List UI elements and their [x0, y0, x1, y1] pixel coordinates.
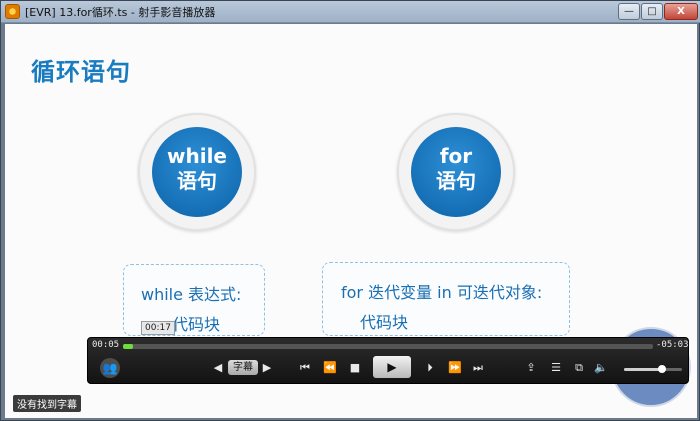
skip-back-icon[interactable]: ⏮: [296, 361, 314, 375]
control-bar: 00:05 -05:03 👥 ◀ 字幕 ▶ ⏮ ⏪ ■ ▶ ⏵ ⏩ ⏭ ⇪ ☰ …: [87, 337, 689, 384]
subtitle-next-icon[interactable]: ▶: [262, 361, 272, 375]
for-circle-line2: 语句: [436, 169, 476, 193]
seek-tooltip-time: 00:17: [141, 321, 175, 335]
stop-icon[interactable]: ■: [348, 361, 362, 375]
for-syntax-box: for 迭代变量 in 可迭代对象: 代码块: [322, 262, 570, 336]
subtitle-prev-icon[interactable]: ◀: [213, 361, 223, 375]
app-icon: [5, 4, 20, 19]
play-button[interactable]: ▶: [373, 356, 411, 378]
seek-progress: [123, 344, 133, 349]
for-syntax-line1: for 迭代变量 in 可迭代对象:: [341, 283, 543, 302]
for-circle-inner: for 语句: [411, 127, 501, 217]
subtitle-button[interactable]: 字幕: [228, 360, 258, 375]
for-circle: for 语句: [397, 113, 515, 231]
playlist-icon[interactable]: ☰: [548, 361, 564, 375]
player-window: [EVR] 13.for循环.ts - 射手影音播放器 — □ X 循环语句 w…: [0, 0, 700, 421]
for-circle-line1: for: [439, 144, 473, 168]
volume-icon[interactable]: 🔈: [593, 361, 609, 375]
while-circle-inner: while 语句: [152, 127, 242, 217]
seek-bar[interactable]: [123, 344, 653, 349]
for-syntax-line2: 代码块: [360, 313, 409, 332]
while-circle-line2: 语句: [177, 169, 217, 193]
title-bar[interactable]: [EVR] 13.for循环.ts - 射手影音播放器 — □ X: [1, 1, 700, 23]
no-subtitle-message: 没有找到字幕: [13, 395, 81, 412]
maximize-button[interactable]: □: [641, 3, 663, 20]
rewind-icon[interactable]: ⏪: [321, 361, 339, 375]
fast-forward-icon[interactable]: ⏩: [446, 361, 464, 375]
while-syntax-line2: 代码块: [172, 315, 221, 334]
screen-mode-icon[interactable]: ⧉: [571, 361, 587, 375]
volume-level: [624, 368, 662, 371]
remaining-time: -05:03: [656, 340, 689, 350]
while-syntax-line1: while 表达式:: [141, 285, 242, 304]
user-icon[interactable]: 👥: [100, 358, 120, 378]
volume-knob[interactable]: [657, 365, 666, 373]
elapsed-time: 00:05: [92, 340, 120, 350]
slide-title: 循环语句: [31, 58, 131, 86]
window-title: [EVR] 13.for循环.ts - 射手影音播放器: [25, 6, 216, 19]
open-file-icon[interactable]: ⇪: [523, 361, 539, 375]
step-forward-icon[interactable]: ⏵: [421, 361, 439, 375]
minimize-button[interactable]: —: [618, 3, 640, 20]
volume-slider[interactable]: [624, 368, 682, 371]
while-circle: while 语句: [138, 113, 256, 231]
close-button[interactable]: X: [664, 3, 698, 20]
while-circle-line1: while: [167, 144, 227, 168]
skip-forward-icon[interactable]: ⏭: [469, 361, 487, 375]
